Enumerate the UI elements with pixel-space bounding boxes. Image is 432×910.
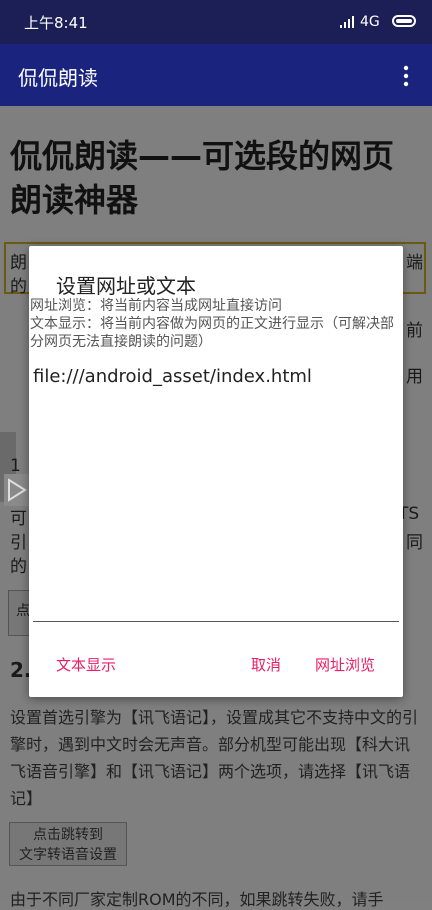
tts-button-line2: 文字转语音设置 (19, 847, 117, 863)
dialog-message-line1: 网址浏览：将当前内容当成网址直接访问 (30, 298, 282, 314)
url-text-input[interactable]: file:///android_asset/index.html (33, 366, 399, 622)
text-fragment: 1 (10, 456, 21, 476)
network-type: 4G (360, 14, 380, 30)
tts-button-line1: 点击跳转到 (33, 827, 103, 843)
bottom-text: 由于不同厂家定制ROM的不同，如果跳转失败，请手 (10, 890, 384, 909)
text-fragment: 的 (10, 277, 27, 297)
text-fragment: 引 (10, 533, 27, 553)
text-fragment: 的 (10, 557, 27, 577)
play-icon (8, 478, 27, 502)
text-fragment: 点 (16, 603, 30, 619)
dialog-message: 网址浏览：将当前内容当成网址直接访问 文本显示：将当前内容做为网页的正文进行显示… (29, 297, 399, 351)
dialog-message-line2: 文本显示：将当前内容做为网页的正文进行显示（可解决部分网页无法直接朗读的问题） (30, 316, 394, 350)
cancel-button[interactable]: 取消 (251, 654, 281, 675)
engine-instructions: 设置首选引擎为【讯飞语记】，设置成其它不支持中文的引擎时，遇到中文时会无声音。部… (10, 708, 419, 808)
status-time: 上午8:41 (24, 14, 88, 32)
url-text-dialog: 设置网址或文本 网址浏览：将当前内容当成网址直接访问 文本显示：将当前内容做为网… (29, 246, 403, 697)
text-fragment: 可 (10, 509, 27, 529)
signal-icon (340, 16, 354, 28)
more-options-icon[interactable] (400, 64, 412, 88)
app-bar: 侃侃朗读 (0, 44, 432, 106)
battery-icon (392, 15, 416, 27)
app-title: 侃侃朗读 (18, 66, 98, 90)
page-heading: 侃侃朗读——可选段的网页朗读神器 (10, 137, 395, 219)
text-fragment: 同 (406, 533, 423, 553)
text-fragment: 端 (406, 253, 423, 273)
play-control[interactable] (4, 474, 30, 506)
status-bar: 上午8:41 4G (0, 0, 432, 44)
dialog-title: 设置网址或文本 (56, 274, 196, 298)
browse-url-button[interactable]: 网址浏览 (315, 654, 375, 675)
url-text-input-value: file:///android_asset/index.html (33, 366, 312, 387)
tts-settings-button[interactable]: 点击跳转到 文字转语音设置 (9, 822, 127, 866)
text-fragment: 前 (406, 321, 423, 341)
text-fragment: 用 (406, 367, 423, 387)
text-display-button[interactable]: 文本显示 (56, 654, 116, 675)
text-fragment: 朗 (10, 253, 27, 273)
